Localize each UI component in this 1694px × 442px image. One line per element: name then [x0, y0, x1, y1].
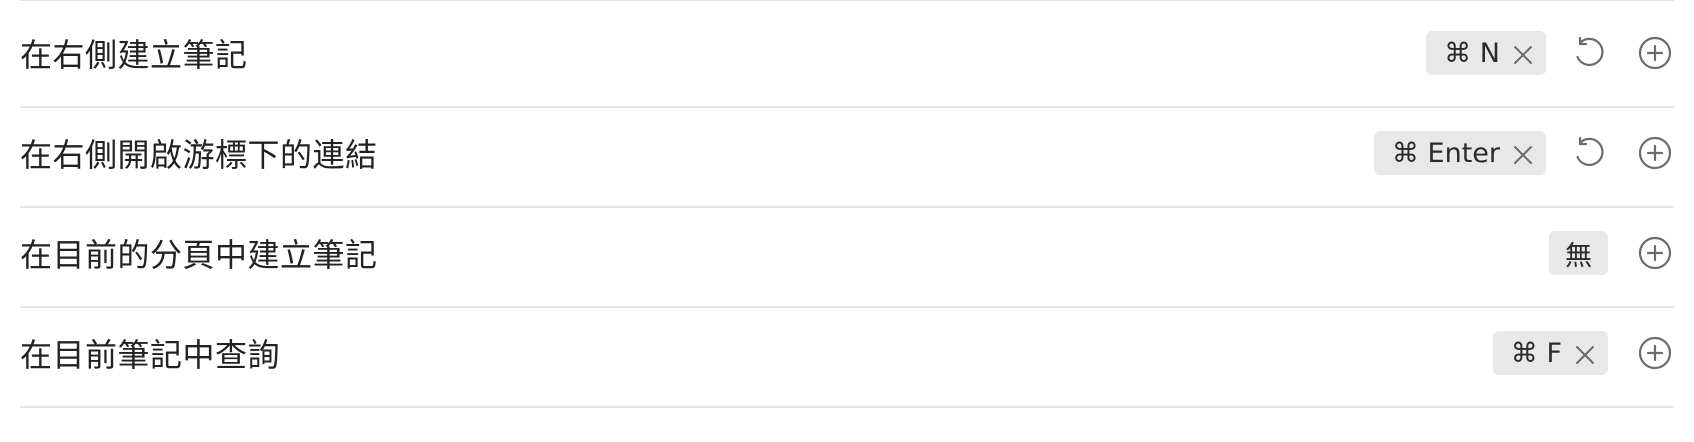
hotkey-key: 無	[1565, 240, 1592, 272]
add-circle-icon[interactable]	[1636, 34, 1674, 72]
hotkey-row: 在目前的分頁中建立筆記 無	[20, 200, 1674, 308]
reset-icon[interactable]	[1570, 34, 1608, 72]
hotkey-key: ⌘ N	[1444, 37, 1500, 69]
close-icon[interactable]	[1512, 142, 1534, 164]
hotkey-controls: 無	[1549, 231, 1674, 275]
hotkey-row: 在目前筆記中查詢 ⌘ F	[20, 300, 1674, 408]
hotkey-label: 在右側建立筆記	[20, 36, 248, 74]
add-circle-icon[interactable]	[1636, 234, 1674, 272]
close-icon[interactable]	[1512, 42, 1534, 64]
reset-icon[interactable]	[1570, 134, 1608, 172]
hotkey-chip[interactable]: ⌘ F	[1492, 331, 1608, 375]
hotkey-label: 在右側開啟游標下的連結	[20, 136, 378, 174]
hotkey-label: 在目前的分頁中建立筆記	[20, 236, 378, 274]
hotkey-key: ⌘ F	[1510, 337, 1562, 369]
hotkey-row: 在右側開啟游標下的連結 ⌘ Enter	[20, 100, 1674, 208]
hotkey-chip[interactable]: ⌘ N	[1426, 31, 1546, 75]
hotkey-chip[interactable]: ⌘ Enter	[1373, 131, 1546, 175]
hotkey-controls: ⌘ Enter	[1373, 131, 1674, 175]
add-circle-icon[interactable]	[1636, 334, 1674, 372]
add-circle-icon[interactable]	[1636, 134, 1674, 172]
hotkey-label: 在目前筆記中查詢	[20, 336, 281, 374]
hotkey-key: ⌘ Enter	[1391, 137, 1500, 169]
hotkey-chip[interactable]: 無	[1549, 231, 1608, 275]
hotkey-row: 在右側建立筆記 ⌘ N	[20, 0, 1674, 108]
close-icon[interactable]	[1574, 342, 1596, 364]
hotkey-list: 在右側建立筆記 ⌘ N 在右側開啟游標下的連結 ⌘ Enter 在目前的分頁中建…	[0, 0, 1694, 442]
hotkey-controls: ⌘ N	[1426, 31, 1674, 75]
hotkey-controls: ⌘ F	[1492, 331, 1674, 375]
